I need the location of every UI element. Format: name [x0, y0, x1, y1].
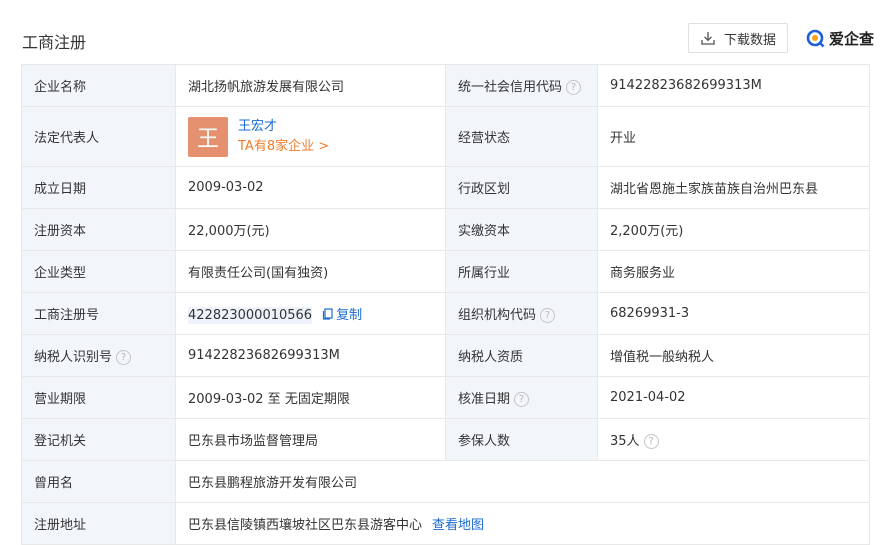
legal-rep-cell: 王 王宏才 TA有8家企业 >: [175, 106, 446, 167]
taxpayer-qualification-value: 增值税一般纳税人: [597, 334, 870, 377]
avatar[interactable]: 王: [188, 116, 228, 157]
registration-authority-label: 登记机关: [21, 418, 176, 461]
paid-capital-value: 2,200万(元): [597, 208, 870, 251]
industry-label: 所属行业: [445, 250, 598, 293]
help-icon[interactable]: ?: [540, 308, 556, 323]
section-title: 工商注册: [22, 33, 87, 52]
admin-region-value: 湖北省恩施土家族苗族自治州巴东县: [597, 166, 870, 209]
table-row: 注册资本 22,000万(元) 实缴资本 2,200万(元): [21, 208, 870, 251]
brand-name: 爱企查: [829, 30, 875, 48]
former-name-label: 曾用名: [21, 460, 176, 503]
legal-rep-label: 法定代表人: [21, 106, 176, 167]
company-name-value: 湖北扬帆旅游发展有限公司: [175, 64, 446, 107]
help-icon[interactable]: ?: [116, 350, 132, 365]
table-row: 纳税人识别号? 91422823682699313M 纳税人资质 增值税一般纳税…: [21, 334, 870, 377]
registration-number-value: 422823000010566: [188, 307, 313, 324]
taxpayer-qualification-label: 纳税人资质: [445, 334, 598, 377]
business-status-label: 经营状态: [445, 106, 598, 167]
registered-capital-value: 22,000万(元): [175, 208, 446, 251]
insured-count-label: 参保人数: [445, 418, 598, 461]
copy-label: 复制: [336, 308, 363, 323]
registered-address-label: 注册地址: [21, 502, 176, 545]
business-term-label: 营业期限: [21, 376, 176, 419]
registered-address-cell: 巴东县信陵镇西壤坡社区巴东县游客中心 查看地图: [175, 502, 870, 545]
company-name-label: 企业名称: [21, 64, 176, 107]
download-icon: [701, 32, 715, 45]
registration-number-label: 工商注册号: [21, 292, 176, 335]
table-row: 登记机关 巴东县市场监督管理局 参保人数 35人?: [21, 418, 870, 461]
founded-date-label: 成立日期: [21, 166, 176, 209]
approval-date-label-cell: 核准日期?: [445, 376, 598, 419]
table-row: 成立日期 2009-03-02 行政区划 湖北省恩施土家族苗族自治州巴东县: [21, 166, 870, 209]
registration-number-cell: 422823000010566 复制: [175, 292, 446, 335]
taxpayer-id-label-cell: 纳税人识别号?: [21, 334, 176, 377]
download-data-button[interactable]: 下载数据: [688, 23, 788, 53]
table-row: 曾用名 巴东县鹏程旅游开发有限公司: [21, 460, 870, 503]
org-code-value: 68269931-3: [597, 292, 870, 335]
business-status-value: 开业: [597, 106, 870, 167]
company-type-value: 有限责任公司(国有独资): [175, 250, 446, 293]
help-icon[interactable]: ?: [643, 434, 659, 449]
registered-address-value: 巴东县信陵镇西壤坡社区巴东县游客中心: [188, 518, 423, 533]
copy-button[interactable]: 复制: [322, 308, 362, 323]
table-row: 注册地址 巴东县信陵镇西壤坡社区巴东县游客中心 查看地图: [21, 502, 870, 545]
brand-logo: 爱企查: [806, 28, 874, 49]
download-label: 下载数据: [723, 32, 776, 48]
table-row: 营业期限 2009-03-02 至 无固定期限 核准日期? 2021-04-02: [21, 376, 870, 419]
former-name-value: 巴东县鹏程旅游开发有限公司: [175, 460, 870, 503]
related-companies-link[interactable]: TA有8家企业 >: [238, 137, 329, 157]
help-icon[interactable]: ?: [566, 80, 582, 95]
registration-authority-value: 巴东县市场监督管理局: [175, 418, 446, 461]
business-term-value: 2009-03-02 至 无固定期限: [175, 376, 446, 419]
registered-capital-label: 注册资本: [21, 208, 176, 251]
credit-code-value: 91422823682699313M: [597, 64, 870, 107]
org-code-label: 组织机构代码: [458, 308, 537, 323]
company-type-label: 企业类型: [21, 250, 176, 293]
industry-value: 商务服务业: [597, 250, 870, 293]
org-code-label-cell: 组织机构代码?: [445, 292, 598, 335]
admin-region-label: 行政区划: [445, 166, 598, 209]
table-row: 企业类型 有限责任公司(国有独资) 所属行业 商务服务业: [21, 250, 870, 293]
view-map-link[interactable]: 查看地图: [432, 518, 484, 533]
table-row: 企业名称 湖北扬帆旅游发展有限公司 统一社会信用代码? 914228236826…: [21, 64, 870, 107]
legal-rep-name-link[interactable]: 王宏才: [238, 117, 329, 137]
help-icon[interactable]: ?: [514, 392, 530, 407]
registration-table: 企业名称 湖北扬帆旅游发展有限公司 统一社会信用代码? 914228236826…: [21, 64, 870, 545]
aiqicha-logo-icon: [806, 29, 825, 47]
paid-capital-label: 实缴资本: [445, 208, 598, 251]
copy-icon: [322, 308, 333, 320]
taxpayer-id-label: 纳税人识别号: [34, 350, 113, 365]
credit-code-label-cell: 统一社会信用代码?: [445, 64, 598, 107]
insured-count-value: 35人: [610, 434, 640, 449]
approval-date-label: 核准日期: [458, 392, 511, 407]
approval-date-value: 2021-04-02: [597, 376, 870, 419]
credit-code-label: 统一社会信用代码: [458, 80, 563, 95]
table-row: 工商注册号 422823000010566 复制 组织机构代码? 68269931…: [21, 292, 870, 335]
insured-count-cell: 35人?: [597, 418, 870, 461]
taxpayer-id-value: 91422823682699313M: [175, 334, 446, 377]
founded-date-value: 2009-03-02: [175, 166, 446, 209]
table-row: 法定代表人 王 王宏才 TA有8家企业 > 经营状态 开业: [21, 106, 870, 167]
header: 工商注册 下载数据 爱企查: [0, 0, 890, 66]
